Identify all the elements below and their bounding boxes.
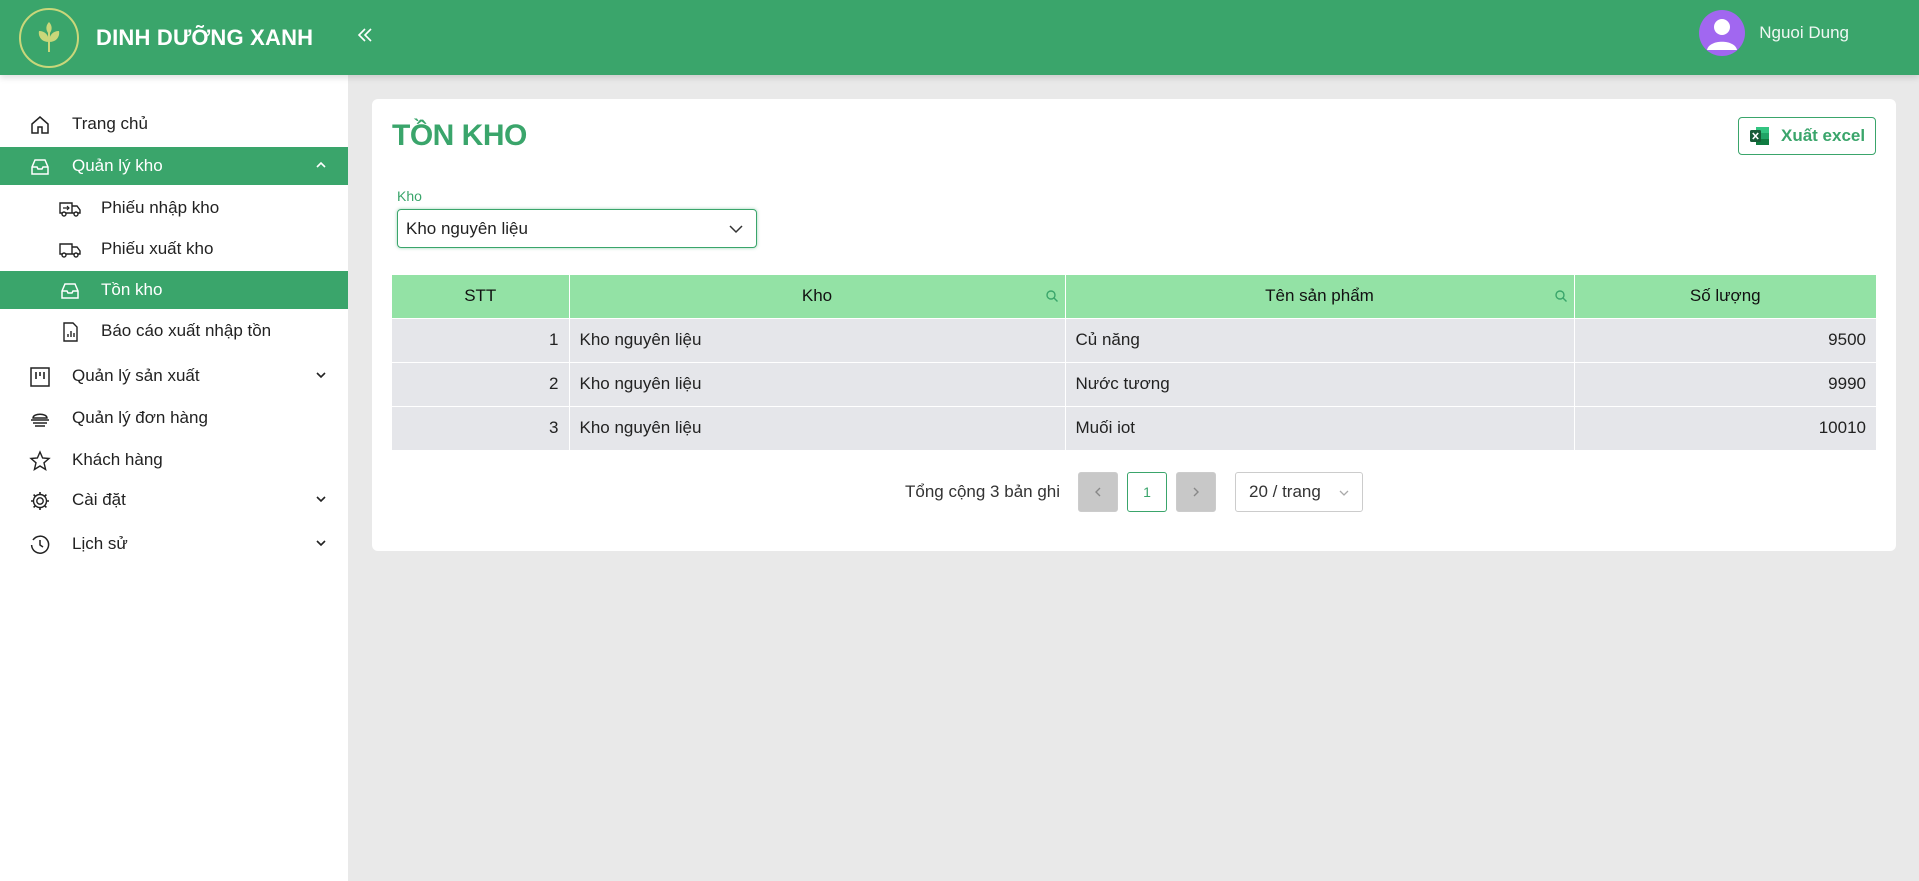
sidebar-item-label: Khách hàng bbox=[72, 450, 163, 469]
sidebar-item-export-receipt[interactable]: Phiếu xuất kho bbox=[0, 230, 348, 268]
page-title: TỒN KHO bbox=[392, 119, 527, 152]
user-name[interactable]: Nguoi Dung bbox=[1759, 23, 1849, 43]
double-chevron-left-icon bbox=[357, 28, 372, 42]
sidebar-item-customers[interactable]: Khách hàng bbox=[0, 441, 348, 479]
prev-page-button[interactable] bbox=[1078, 472, 1118, 512]
user-icon bbox=[1707, 19, 1738, 50]
sidebar-item-label: Quản lý kho bbox=[72, 156, 163, 175]
chevron-up-icon bbox=[316, 161, 326, 168]
cell-product-name: Củ năng bbox=[1065, 317, 1575, 362]
sidebar-item-label: Quản lý đơn hàng bbox=[72, 408, 208, 427]
column-header-product-name[interactable]: Tên sản phẩm bbox=[1065, 275, 1575, 318]
cell-product-name: Muối iot bbox=[1065, 405, 1575, 450]
brand-name: DINH DƯỠNG XANH bbox=[96, 24, 314, 50]
warehouse-select[interactable]: Kho nguyên liệu bbox=[397, 209, 757, 248]
cell-product-name: Nước tương bbox=[1065, 361, 1575, 406]
search-icon[interactable] bbox=[1045, 289, 1059, 303]
brand-logo-icon bbox=[19, 7, 79, 68]
sidebar: Trang chủ Quản lý kho Phiếu nhập kho Phi… bbox=[0, 75, 348, 881]
chevron-down-icon bbox=[316, 372, 326, 379]
warehouse-select-value: Kho nguyên liệu bbox=[406, 218, 528, 238]
cell-stt: 2 bbox=[392, 361, 570, 406]
chevron-down-icon bbox=[1339, 490, 1349, 496]
table-row[interactable]: 2 Kho nguyên liệu Nước tương 9990 bbox=[392, 361, 1876, 406]
truck-in-icon bbox=[58, 197, 82, 221]
table-header-row: STT Kho Tên sản phẩm Số lượng bbox=[392, 275, 1876, 318]
export-excel-label: Xuất excel bbox=[1781, 126, 1866, 145]
order-icon bbox=[28, 407, 52, 431]
sidebar-item-history[interactable]: Lịch sử bbox=[0, 525, 348, 563]
cell-stt: 1 bbox=[392, 317, 570, 362]
truck-out-icon bbox=[58, 238, 82, 262]
cell-stt: 3 bbox=[392, 405, 570, 450]
cell-quantity: 10010 bbox=[1574, 405, 1876, 450]
sidebar-item-production[interactable]: Quản lý sản xuất bbox=[0, 357, 348, 395]
star-icon bbox=[28, 449, 52, 473]
sidebar-item-orders[interactable]: Quản lý đơn hàng bbox=[0, 399, 348, 437]
sidebar-item-label: Lịch sử bbox=[72, 534, 128, 553]
sidebar-item-label: Báo cáo xuất nhập tồn bbox=[101, 321, 272, 340]
total-records-text: Tổng cộng 3 bản ghi bbox=[905, 482, 1061, 501]
sidebar-item-label: Cài đặt bbox=[72, 490, 126, 509]
sidebar-item-label: Phiếu nhập kho bbox=[101, 198, 220, 217]
excel-icon bbox=[1750, 127, 1769, 145]
gear-icon bbox=[28, 489, 52, 513]
inbox-icon bbox=[58, 279, 82, 303]
search-icon[interactable] bbox=[1554, 289, 1568, 303]
home-icon bbox=[28, 113, 52, 137]
cell-warehouse: Kho nguyên liệu bbox=[569, 361, 1066, 406]
cell-warehouse: Kho nguyên liệu bbox=[569, 405, 1066, 450]
sidebar-item-warehouse[interactable]: Quản lý kho bbox=[0, 147, 348, 185]
chevron-left-icon bbox=[1095, 487, 1101, 497]
user-menu[interactable]: Nguoi Dung bbox=[1699, 10, 1849, 56]
sidebar-item-import-receipt[interactable]: Phiếu nhập kho bbox=[0, 189, 348, 227]
next-page-button[interactable] bbox=[1176, 472, 1216, 512]
chevron-down-icon bbox=[316, 496, 326, 503]
table-row[interactable]: 3 Kho nguyên liệu Muối iot 10010 bbox=[392, 405, 1876, 450]
cell-quantity: 9990 bbox=[1574, 361, 1876, 406]
factory-icon bbox=[28, 365, 52, 389]
sidebar-item-inventory[interactable]: Tồn kho bbox=[0, 271, 348, 309]
pagination: Tổng cộng 3 bản ghi 1 20 / trang bbox=[372, 472, 1896, 512]
column-header-warehouse[interactable]: Kho bbox=[569, 275, 1066, 318]
sidebar-item-settings[interactable]: Cài đặt bbox=[0, 481, 348, 519]
page-size-select[interactable]: 20 / trang bbox=[1235, 472, 1363, 512]
history-icon bbox=[28, 533, 52, 557]
sidebar-item-label: Tồn kho bbox=[101, 280, 163, 299]
sidebar-item-label: Phiếu xuất kho bbox=[101, 239, 214, 258]
page-size-value: 20 / trang bbox=[1249, 482, 1321, 501]
page-1-button[interactable]: 1 bbox=[1127, 472, 1167, 512]
export-excel-button[interactable]: Xuất excel bbox=[1738, 117, 1876, 155]
warehouse-filter-label: Kho bbox=[397, 188, 422, 204]
cell-quantity: 9500 bbox=[1574, 317, 1876, 362]
chevron-down-icon bbox=[729, 225, 743, 234]
table-row[interactable]: 1 Kho nguyên liệu Củ năng 9500 bbox=[392, 317, 1876, 362]
chevron-right-icon bbox=[1193, 487, 1199, 497]
avatar[interactable] bbox=[1699, 10, 1746, 56]
sidebar-item-report[interactable]: Báo cáo xuất nhập tồn bbox=[0, 312, 348, 350]
column-header-stt[interactable]: STT bbox=[392, 275, 570, 318]
inventory-card: TỒN KHO Xuất excel Kho Kho nguyên liệu S… bbox=[372, 99, 1896, 551]
top-header: DINH DƯỠNG XANH Nguoi Dung bbox=[0, 0, 1919, 75]
sidebar-item-home[interactable]: Trang chủ bbox=[0, 105, 348, 143]
brand: DINH DƯỠNG XANH bbox=[0, 0, 348, 75]
collapse-sidebar-button[interactable] bbox=[350, 20, 380, 50]
inbox-icon bbox=[28, 155, 52, 179]
sidebar-item-label: Trang chủ bbox=[72, 114, 148, 133]
sidebar-item-label: Quản lý sản xuất bbox=[72, 366, 200, 385]
cell-warehouse: Kho nguyên liệu bbox=[569, 317, 1066, 362]
chevron-down-icon bbox=[316, 540, 326, 547]
inventory-table: STT Kho Tên sản phẩm Số lượng 1 Kho nguy… bbox=[392, 275, 1876, 450]
report-icon bbox=[58, 320, 82, 344]
column-header-quantity[interactable]: Số lượng bbox=[1574, 275, 1876, 318]
